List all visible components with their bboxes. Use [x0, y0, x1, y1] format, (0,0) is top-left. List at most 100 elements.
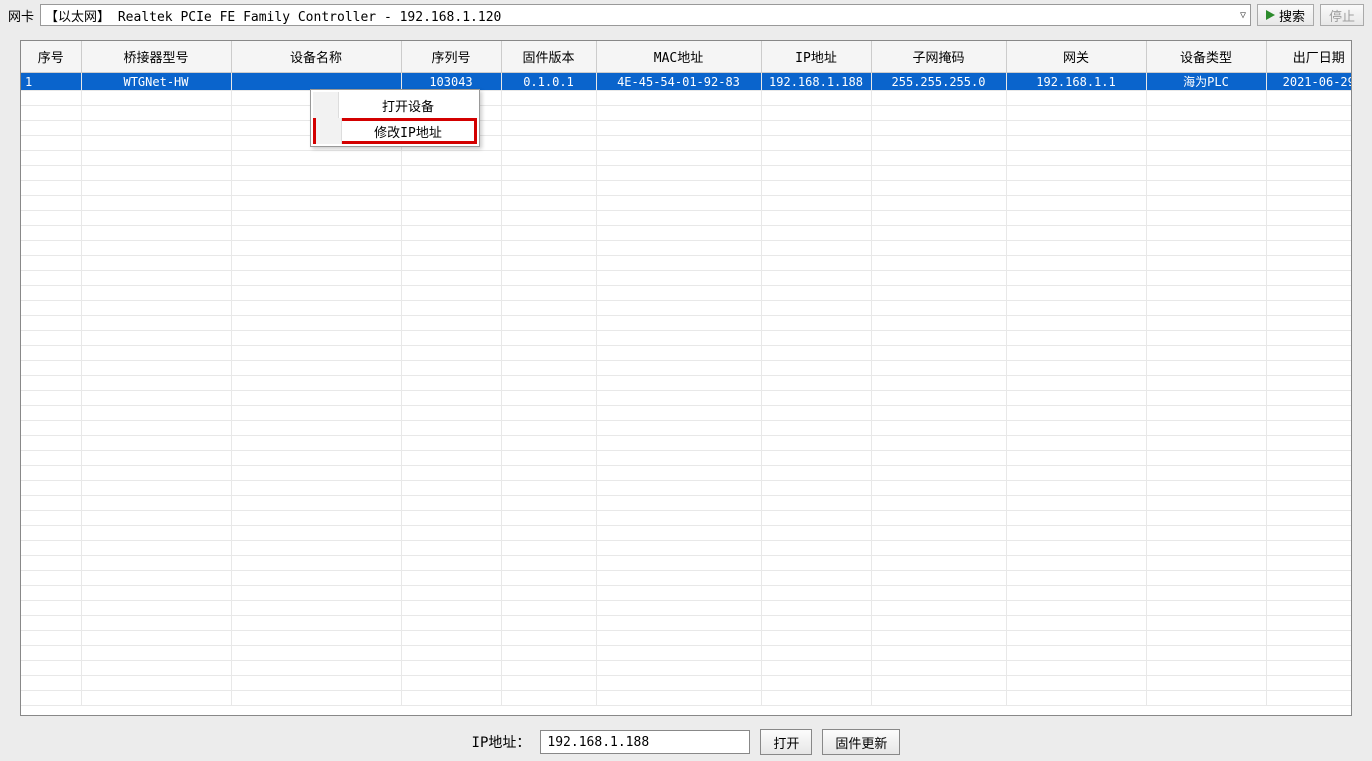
stop-button[interactable]: 停止	[1320, 4, 1364, 26]
table-row[interactable]	[21, 106, 1352, 121]
table-row[interactable]	[21, 181, 1352, 196]
table-cell	[761, 631, 871, 646]
table-cell	[21, 676, 81, 691]
table-row[interactable]	[21, 136, 1352, 151]
column-header[interactable]: 出厂日期	[1266, 41, 1352, 73]
table-cell	[81, 181, 231, 196]
table-cell	[501, 676, 596, 691]
column-header[interactable]: 序列号	[401, 41, 501, 73]
table-cell	[81, 241, 231, 256]
table-row[interactable]	[21, 196, 1352, 211]
table-row[interactable]	[21, 151, 1352, 166]
table-row[interactable]	[21, 376, 1352, 391]
table-row[interactable]	[21, 361, 1352, 376]
table-row[interactable]	[21, 331, 1352, 346]
menu-item-label: 打开设备	[339, 96, 477, 115]
table-row[interactable]	[21, 406, 1352, 421]
table-row[interactable]	[21, 496, 1352, 511]
table-cell	[596, 451, 761, 466]
table-cell	[81, 511, 231, 526]
table-cell: 192.168.1.188	[761, 73, 871, 91]
table-row[interactable]	[21, 91, 1352, 106]
table-cell	[596, 391, 761, 406]
column-header[interactable]: 设备名称	[231, 41, 401, 73]
table-row[interactable]	[21, 121, 1352, 136]
table-row[interactable]	[21, 616, 1352, 631]
table-row[interactable]	[21, 541, 1352, 556]
table-row[interactable]	[21, 466, 1352, 481]
table-cell	[1006, 571, 1146, 586]
column-header[interactable]: IP地址	[761, 41, 871, 73]
table-row[interactable]	[21, 286, 1352, 301]
table-row[interactable]: 1WTGNet-HW1030430.1.0.14E-45-54-01-92-83…	[21, 73, 1352, 91]
firmware-update-button[interactable]: 固件更新	[822, 729, 900, 755]
table-cell	[1146, 391, 1266, 406]
table-row[interactable]	[21, 691, 1352, 706]
table-row[interactable]	[21, 556, 1352, 571]
table-cell	[1146, 271, 1266, 286]
context-menu-item[interactable]: 打开设备	[313, 92, 477, 118]
context-menu-item[interactable]: 修改IP地址	[313, 118, 477, 144]
table-cell	[1266, 226, 1352, 241]
table-cell	[21, 556, 81, 571]
table-cell	[596, 496, 761, 511]
table-cell	[1006, 601, 1146, 616]
search-button[interactable]: 搜索	[1257, 4, 1314, 26]
open-button[interactable]: 打开	[760, 729, 812, 755]
table-row[interactable]	[21, 451, 1352, 466]
table-cell	[871, 181, 1006, 196]
table-row[interactable]	[21, 631, 1352, 646]
table-row[interactable]	[21, 316, 1352, 331]
column-header[interactable]: 固件版本	[501, 41, 596, 73]
table-row[interactable]	[21, 601, 1352, 616]
table-cell	[1146, 526, 1266, 541]
table-row[interactable]	[21, 241, 1352, 256]
table-cell	[1006, 256, 1146, 271]
table-row[interactable]	[21, 226, 1352, 241]
table-row[interactable]	[21, 586, 1352, 601]
table-cell	[596, 556, 761, 571]
table-row[interactable]	[21, 436, 1352, 451]
table-row[interactable]	[21, 271, 1352, 286]
table-cell	[761, 466, 871, 481]
table-cell	[501, 691, 596, 706]
table-cell	[596, 691, 761, 706]
table-row[interactable]	[21, 481, 1352, 496]
table-row[interactable]	[21, 391, 1352, 406]
table-cell	[231, 73, 401, 91]
column-header[interactable]: 序号	[21, 41, 81, 73]
table-row[interactable]	[21, 676, 1352, 691]
table-row[interactable]	[21, 166, 1352, 181]
table-row[interactable]	[21, 661, 1352, 676]
table-cell	[81, 586, 231, 601]
table-row[interactable]	[21, 526, 1352, 541]
table-cell	[21, 91, 81, 106]
table-row[interactable]	[21, 301, 1352, 316]
column-header[interactable]: MAC地址	[596, 41, 761, 73]
table-cell	[1006, 121, 1146, 136]
table-cell	[81, 631, 231, 646]
table-row[interactable]	[21, 421, 1352, 436]
column-header[interactable]: 设备类型	[1146, 41, 1266, 73]
table-cell	[1006, 511, 1146, 526]
table-row[interactable]	[21, 646, 1352, 661]
column-header[interactable]: 桥接器型号	[81, 41, 231, 73]
table-row[interactable]	[21, 211, 1352, 226]
table-cell	[761, 106, 871, 121]
table-row[interactable]	[21, 511, 1352, 526]
table-cell	[501, 631, 596, 646]
table-cell	[1146, 466, 1266, 481]
table-cell	[596, 631, 761, 646]
ip-input[interactable]	[540, 730, 750, 754]
table-cell	[401, 391, 501, 406]
column-header[interactable]: 网关	[1006, 41, 1146, 73]
table-cell	[1146, 616, 1266, 631]
table-row[interactable]	[21, 256, 1352, 271]
table-cell	[231, 181, 401, 196]
column-header[interactable]: 子网掩码	[871, 41, 1006, 73]
table-row[interactable]	[21, 346, 1352, 361]
table-row[interactable]	[21, 571, 1352, 586]
network-adapter-select[interactable]: 【以太网】 Realtek PCIe FE Family Controller …	[40, 4, 1251, 26]
table-cell: 4E-45-54-01-92-83	[596, 73, 761, 91]
table-cell	[401, 571, 501, 586]
